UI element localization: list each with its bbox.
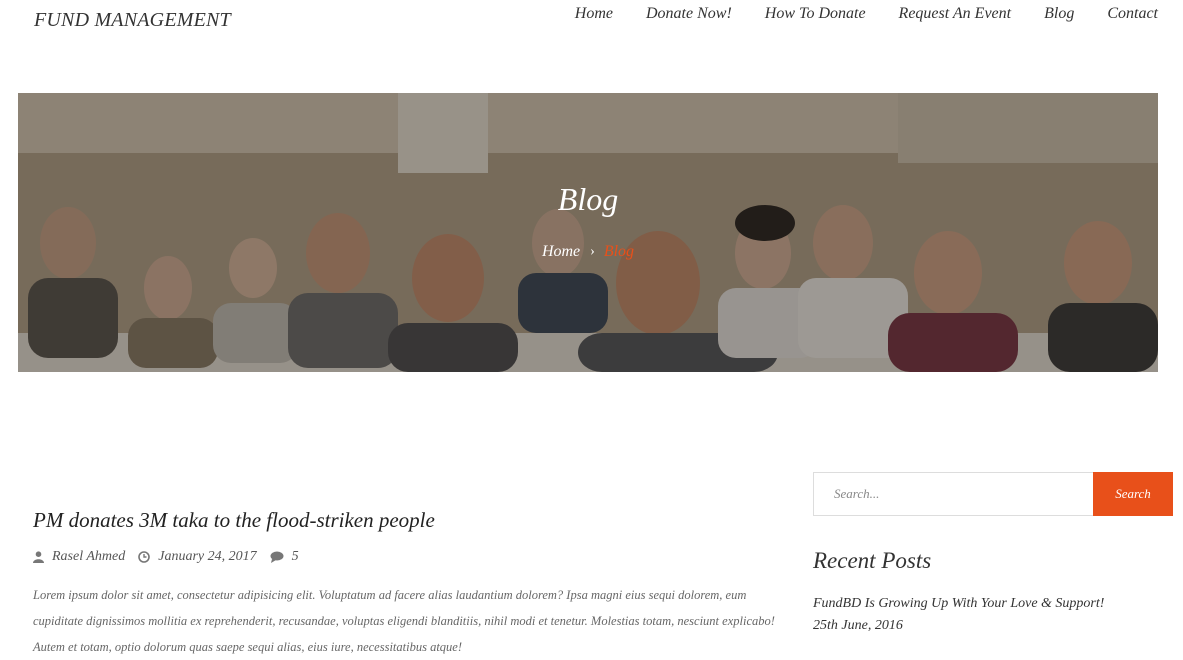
comment-icon xyxy=(270,551,284,563)
post-author-name[interactable]: Rasel Ahmed xyxy=(52,549,125,565)
recent-post-link[interactable]: FundBD Is Growing Up With Your Love & Su… xyxy=(813,596,1173,612)
post-comments: 5 xyxy=(270,549,299,565)
recent-post-date: 25th June, 2016 xyxy=(813,618,903,633)
post-meta: Rasel Ahmed January 24, 2017 5 xyxy=(33,549,783,565)
breadcrumb: Home › Blog xyxy=(18,243,1158,261)
nav-blog[interactable]: Blog xyxy=(1044,4,1074,24)
post-date: January 24, 2017 xyxy=(138,549,257,565)
user-icon xyxy=(33,551,44,563)
post-author: Rasel Ahmed xyxy=(33,549,125,565)
sidebar: Search Recent Posts FundBD Is Growing Up… xyxy=(813,472,1173,634)
main-nav: Home Donate Now! How To Donate Request A… xyxy=(542,4,1158,24)
nav-donate-now[interactable]: Donate Now! xyxy=(646,4,732,24)
clock-icon xyxy=(138,551,151,563)
site-header: FUND MANAGEMENT Home Donate Now! How To … xyxy=(0,0,1183,60)
banner-overlay xyxy=(18,93,1158,372)
recent-posts-title: Recent Posts xyxy=(813,548,932,573)
post-excerpt: Lorem ipsum dolor sit amet, consectetur … xyxy=(33,588,775,654)
breadcrumb-home[interactable]: Home xyxy=(542,243,580,261)
page-title: Blog xyxy=(557,181,619,217)
page-banner: Blog Home › Blog xyxy=(18,93,1158,372)
nav-how-to-donate[interactable]: How To Donate xyxy=(765,4,866,24)
nav-home[interactable]: Home xyxy=(575,4,613,24)
search-form: Search xyxy=(813,472,1173,516)
chevron-right-icon: › xyxy=(590,244,595,259)
search-input[interactable] xyxy=(813,472,1093,516)
post-title[interactable]: PM donates 3M taka to the flood-striken … xyxy=(33,508,783,533)
search-button[interactable]: Search xyxy=(1093,472,1173,516)
blog-post: PM donates 3M taka to the flood-striken … xyxy=(33,508,783,660)
post-comment-count[interactable]: 5 xyxy=(292,549,299,565)
nav-contact[interactable]: Contact xyxy=(1107,4,1158,24)
site-brand[interactable]: FUND MANAGEMENT xyxy=(34,9,231,32)
nav-request-event[interactable]: Request An Event xyxy=(899,4,1012,24)
post-date-text: January 24, 2017 xyxy=(158,549,257,564)
breadcrumb-current: Blog xyxy=(603,243,635,260)
